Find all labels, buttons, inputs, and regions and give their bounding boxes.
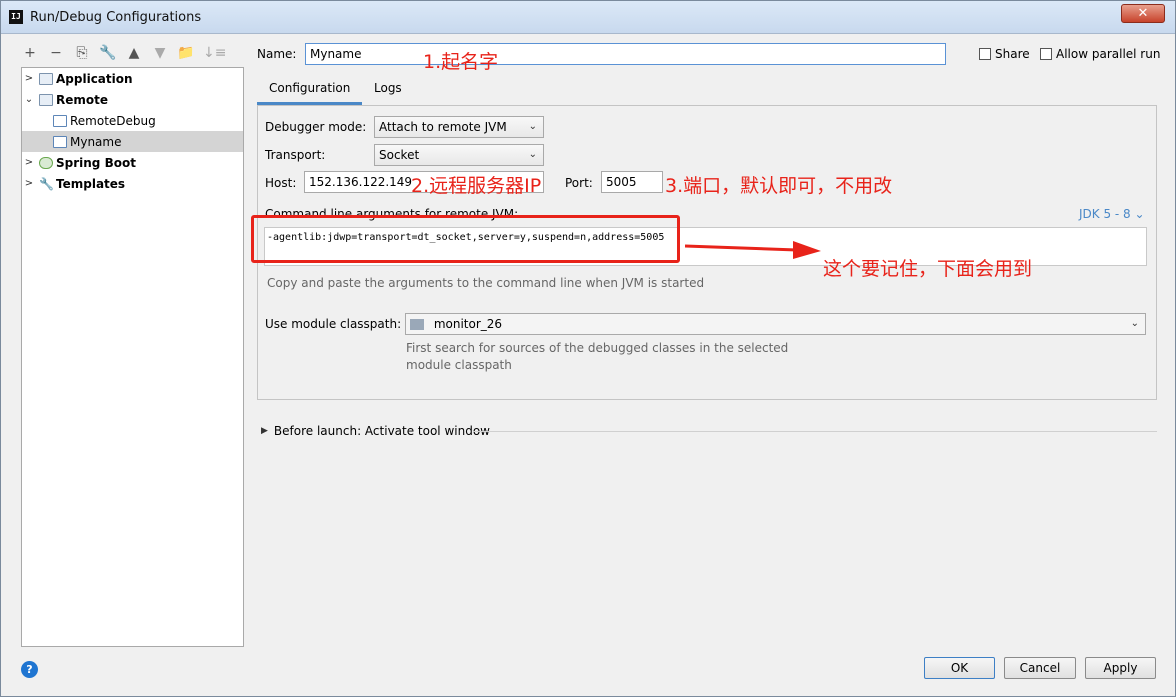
before-launch-label: Before launch: Activate tool window <box>273 424 490 438</box>
debugger-mode-label: Debugger mode: <box>265 120 367 134</box>
close-button[interactable]: ✕ <box>1121 4 1165 23</box>
port-input[interactable]: 5005 <box>601 171 663 193</box>
divider <box>473 431 1157 432</box>
chevron-down-icon: ⌄ <box>528 121 537 132</box>
chevron-down-icon: ⌄ <box>1134 207 1145 221</box>
tab-configuration[interactable]: Configuration <box>257 77 363 105</box>
annotation-port-note: 3.端口，默认即可，不用改 <box>665 175 893 197</box>
annotation-highlight-box <box>251 215 680 263</box>
window-title: Run/Debug Configurations <box>30 10 202 25</box>
annotation-host-note: 2.远程服务器IP <box>411 175 542 197</box>
chevron-down-icon[interactable]: ⌄ <box>22 94 36 105</box>
apply-button[interactable]: Apply <box>1085 657 1156 679</box>
remote-config-icon <box>53 114 67 127</box>
tree-item-templates[interactable]: > 🔧 Templates <box>22 173 243 194</box>
move-down-icon[interactable]: ▼ <box>151 44 169 62</box>
cancel-button[interactable]: Cancel <box>1004 657 1076 679</box>
module-hint-line-2: module classpath <box>406 358 512 372</box>
tree-item-label: Application <box>56 71 133 86</box>
chevron-right-icon[interactable]: > <box>22 178 36 189</box>
chevron-right-icon[interactable]: > <box>22 73 36 84</box>
parallel-run-label: Allow parallel run <box>1056 47 1161 61</box>
cmd-args-hint: Copy and paste the arguments to the comm… <box>267 276 705 290</box>
config-toolbar: + − ⎘ 🔧 ▲ ▼ 📁 ↓≡ <box>21 43 226 63</box>
folder-icon[interactable]: 📁 <box>177 44 195 62</box>
tree-item-application[interactable]: > Application <box>22 68 243 89</box>
before-launch-section[interactable]: ▶ Before launch: Activate tool window <box>261 424 490 438</box>
module-classpath-label: Use module classpath: <box>265 317 402 331</box>
tree-item-remote[interactable]: ⌄ Remote <box>22 89 243 110</box>
annotation-name-note: 1.起名字 <box>423 51 499 73</box>
host-label: Host: <box>265 176 297 190</box>
remove-icon[interactable]: − <box>47 44 65 62</box>
name-input[interactable]: Myname <box>305 43 946 65</box>
module-classpath-value: monitor_26 <box>433 317 503 331</box>
sort-icon[interactable]: ↓≡ <box>203 44 226 62</box>
ok-button[interactable]: OK <box>924 657 995 679</box>
checkbox-box[interactable] <box>1040 48 1052 60</box>
jdk-version-label: JDK 5 - 8 <box>1079 207 1131 221</box>
transport-select[interactable]: Socket ⌄ <box>374 144 544 166</box>
tree-item-label: Templates <box>56 176 126 191</box>
remote-config-icon <box>53 135 67 148</box>
module-classpath-select[interactable]: monitor_26 ⌄ <box>405 313 1146 335</box>
checkbox-box[interactable] <box>979 48 991 60</box>
config-tabs: Configuration Logs <box>257 77 1157 105</box>
share-checkbox[interactable]: Share <box>979 47 1030 61</box>
tab-logs[interactable]: Logs <box>362 77 414 105</box>
chevron-right-icon[interactable]: ▶ <box>261 426 268 436</box>
parallel-run-checkbox[interactable]: Allow parallel run <box>1040 47 1160 61</box>
transport-label: Transport: <box>265 148 326 162</box>
tree-item-spring-boot[interactable]: > Spring Boot <box>22 152 243 173</box>
dialog-window: IJ Run/Debug Configurations ✕ + − ⎘ 🔧 ▲ … <box>0 0 1176 697</box>
annotation-arrow-icon <box>685 241 821 259</box>
debugger-mode-value: Attach to remote JVM <box>379 120 507 134</box>
tree-item-label: Myname <box>70 134 122 149</box>
tree-item-label: RemoteDebug <box>70 113 156 128</box>
chevron-down-icon: ⌄ <box>528 149 537 160</box>
port-label: Port: <box>565 176 593 190</box>
move-up-icon[interactable]: ▲ <box>125 44 143 62</box>
help-icon[interactable]: ? <box>21 661 38 678</box>
application-icon <box>39 72 53 85</box>
share-label: Share <box>995 47 1030 61</box>
tree-item-remotedebug[interactable]: RemoteDebug <box>22 110 243 131</box>
tree-item-label: Spring Boot <box>56 155 136 170</box>
name-label: Name: <box>257 47 297 61</box>
chevron-right-icon[interactable]: > <box>22 157 36 168</box>
module-folder-icon <box>410 319 424 330</box>
tree-item-label: Remote <box>56 92 109 107</box>
debugger-mode-select[interactable]: Attach to remote JVM ⌄ <box>374 116 544 138</box>
intellij-icon: IJ <box>9 10 23 24</box>
config-tree: > Application ⌄ Remote RemoteDebug Mynam… <box>21 67 244 647</box>
chevron-down-icon: ⌄ <box>1130 318 1139 329</box>
spring-boot-icon <box>39 156 53 169</box>
wrench-icon: 🔧 <box>39 176 54 191</box>
annotation-cmd-note: 这个要记住，下面会用到 <box>823 258 1033 280</box>
copy-icon[interactable]: ⎘ <box>73 44 91 62</box>
tree-item-myname[interactable]: Myname <box>22 131 243 152</box>
wrench-icon[interactable]: 🔧 <box>99 44 117 62</box>
module-hint-line-1: First search for sources of the debugged… <box>406 341 789 355</box>
jdk-version-select[interactable]: JDK 5 - 8 ⌄ <box>1079 207 1145 221</box>
transport-value: Socket <box>379 148 420 162</box>
remote-icon <box>39 93 53 106</box>
title-bar: IJ Run/Debug Configurations ✕ <box>1 1 1175 34</box>
add-icon[interactable]: + <box>21 44 39 62</box>
